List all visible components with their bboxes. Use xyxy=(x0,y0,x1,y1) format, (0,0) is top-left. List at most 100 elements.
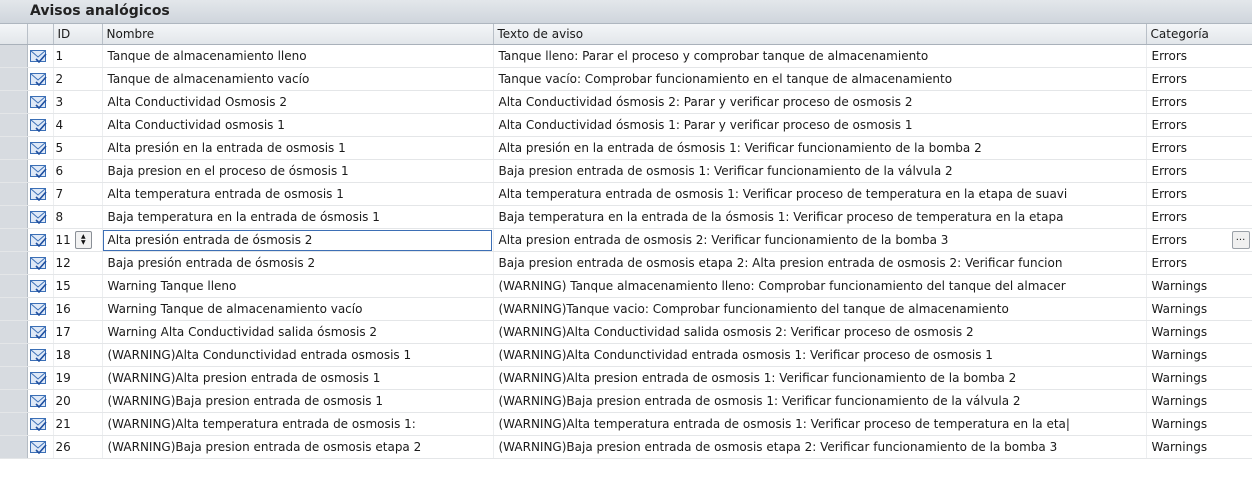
category-cell[interactable]: Errors xyxy=(1146,67,1252,91)
id-cell[interactable]: 7 xyxy=(53,182,103,206)
row-selector[interactable] xyxy=(0,366,28,390)
id-cell[interactable]: 26 xyxy=(53,435,103,459)
category-cell[interactable]: Warnings xyxy=(1146,297,1252,321)
column-header-id[interactable]: ID xyxy=(53,24,103,45)
category-cell[interactable]: Errors xyxy=(1146,90,1252,114)
id-cell[interactable]: 1 xyxy=(53,44,103,68)
category-cell[interactable]: Warnings xyxy=(1146,274,1252,298)
name-cell[interactable]: Alta presión entrada de ósmosis 2 xyxy=(102,228,494,252)
text-cell[interactable]: (WARNING)Baja presion entrada de osmosis… xyxy=(493,435,1147,459)
text-cell[interactable]: (WARNING)Alta presion entrada de osmosis… xyxy=(493,366,1147,390)
row-selector[interactable] xyxy=(0,90,28,114)
id-cell[interactable]: 12 xyxy=(53,251,103,275)
row-selector[interactable] xyxy=(0,136,28,160)
table-row[interactable]: 7 Alta temperatura entrada de osmosis 1 Al… xyxy=(0,182,1252,206)
name-cell[interactable]: (WARNING)Alta presion entrada de osmosis… xyxy=(102,366,494,390)
text-cell[interactable]: Alta presion entrada de osmosis 2: Verif… xyxy=(493,228,1147,252)
id-cell[interactable]: 5 xyxy=(53,136,103,160)
id-cell[interactable]: 4 xyxy=(53,113,103,137)
category-cell[interactable]: Warnings xyxy=(1146,389,1252,413)
category-cell[interactable]: Warnings xyxy=(1146,320,1252,344)
id-cell[interactable]: 15 xyxy=(53,274,103,298)
name-cell[interactable]: Baja presion en el proceso de ósmosis 1 xyxy=(102,159,494,183)
id-cell[interactable]: 3 xyxy=(53,90,103,114)
text-cell[interactable]: Alta Conductividad ósmosis 1: Parar y ve… xyxy=(493,113,1147,137)
name-cell[interactable]: (WARNING)Alta Cond­unctividad entrada os… xyxy=(102,343,494,367)
text-cell[interactable]: Tanque vacío: Comprobar funcionamiento e… xyxy=(493,67,1147,91)
icon-column-header[interactable] xyxy=(27,24,54,45)
category-cell[interactable]: Warnings xyxy=(1146,412,1252,436)
row-selector[interactable] xyxy=(0,251,28,275)
id-cell[interactable]: 20 xyxy=(53,389,103,413)
text-cell[interactable]: (WARNING)Baja presion entrada de osmosis… xyxy=(493,389,1147,413)
category-cell[interactable]: Errors xyxy=(1146,136,1252,160)
text-cell[interactable]: (WARNING)Alta temperatura entrada de osm… xyxy=(493,412,1147,436)
table-row[interactable]: 17 Warning Alta Conductividad salida ósmo… xyxy=(0,320,1252,344)
table-row[interactable]: 26 (WARNING)Baja presion entrada de osmos… xyxy=(0,435,1252,459)
id-cell[interactable]: 11 ▲ ▼ xyxy=(53,228,103,252)
text-cell[interactable]: (WARNING)Alta Cond­unctividad entrada os… xyxy=(493,343,1147,367)
table-row[interactable]: 3 Alta Conductividad Osmosis 2 Alta Conduc… xyxy=(0,90,1252,114)
id-cell[interactable]: 16 xyxy=(53,297,103,321)
table-row[interactable]: 11 ▲ ▼ Alta presión entrada de ósmosis 2 Alt… xyxy=(0,228,1252,252)
name-cell[interactable]: Baja presión entrada de ósmosis 2 xyxy=(102,251,494,275)
category-cell[interactable]: Errors... xyxy=(1146,228,1252,252)
column-header-name[interactable]: Nombre xyxy=(102,24,494,45)
text-cell[interactable]: (WARNING)Tanque vacio: Comprobar funcion… xyxy=(493,297,1147,321)
table-row[interactable]: 21 (WARNING)Alta temperatura entrada de o… xyxy=(0,412,1252,436)
row-selector[interactable] xyxy=(0,228,28,252)
row-selector[interactable] xyxy=(0,113,28,137)
category-cell[interactable]: Errors xyxy=(1146,251,1252,275)
row-selector[interactable] xyxy=(0,412,28,436)
text-cell[interactable]: Baja temperatura en la entrada de la ósm… xyxy=(493,205,1147,229)
text-cell[interactable]: Tanque lleno: Parar el proceso y comprob… xyxy=(493,44,1147,68)
name-cell[interactable]: Warning Tanque lleno xyxy=(102,274,494,298)
category-cell[interactable]: Warnings xyxy=(1146,435,1252,459)
text-cell[interactable]: Alta presión en la entrada de ósmosis 1:… xyxy=(493,136,1147,160)
name-cell[interactable]: (WARNING)Alta temperatura entrada de osm… xyxy=(102,412,494,436)
table-row[interactable]: 18 (WARNING)Alta Cond­unctividad entrada … xyxy=(0,343,1252,367)
category-cell[interactable]: Errors xyxy=(1146,44,1252,68)
table-row[interactable]: 5 Alta presión en la entrada de osmosis 1… xyxy=(0,136,1252,160)
row-selector[interactable] xyxy=(0,320,28,344)
row-selector[interactable] xyxy=(0,435,28,459)
row-selector[interactable] xyxy=(0,67,28,91)
row-selector[interactable] xyxy=(0,205,28,229)
row-selector-header[interactable] xyxy=(0,24,28,45)
name-cell[interactable]: Alta Conductividad Osmosis 2 xyxy=(102,90,494,114)
name-cell[interactable]: Tanque de almacenamiento lleno xyxy=(102,44,494,68)
id-cell[interactable]: 2 xyxy=(53,67,103,91)
name-cell[interactable]: Warning Alta Conductividad salida ósmosi… xyxy=(102,320,494,344)
id-cell[interactable]: 17 xyxy=(53,320,103,344)
id-cell[interactable]: 18 xyxy=(53,343,103,367)
text-cell[interactable]: Baja presion entrada de osmosis 1: Verif… xyxy=(493,159,1147,183)
id-cell[interactable]: 21 xyxy=(53,412,103,436)
spinner-down-icon[interactable]: ▼ xyxy=(81,240,86,246)
table-row[interactable]: 8 Baja temperatura en la entrada de ósmos… xyxy=(0,205,1252,229)
category-cell[interactable]: Errors xyxy=(1146,159,1252,183)
table-row[interactable]: 6 Baja presion en el proceso de ósmosis 1… xyxy=(0,159,1252,183)
id-spinner[interactable]: ▲ ▼ xyxy=(74,231,92,249)
name-cell[interactable]: Alta temperatura entrada de osmosis 1 xyxy=(102,182,494,206)
name-cell[interactable]: (WARNING)Baja presion entrada de osmosis… xyxy=(102,435,494,459)
table-row[interactable]: 1 Tanque de almacenamiento lleno Tanque ll… xyxy=(0,44,1252,68)
row-selector[interactable] xyxy=(0,274,28,298)
category-cell[interactable]: Errors xyxy=(1146,182,1252,206)
more-options-button[interactable]: ... xyxy=(1231,231,1250,249)
category-cell[interactable]: Warnings xyxy=(1146,343,1252,367)
column-header-text[interactable]: Texto de aviso xyxy=(493,24,1147,45)
table-row[interactable]: 4 Alta Conductividad osmosis 1 Alta Conduc… xyxy=(0,113,1252,137)
text-cell[interactable]: (WARNING)Alta Conductividad salida osmos… xyxy=(493,320,1147,344)
id-cell[interactable]: 8 xyxy=(53,205,103,229)
table-row[interactable]: 15 Warning Tanque lleno (WARNING) Tanque a… xyxy=(0,274,1252,298)
table-row[interactable]: 16 Warning Tanque de almacenamiento vacío… xyxy=(0,297,1252,321)
row-selector[interactable] xyxy=(0,159,28,183)
row-selector[interactable] xyxy=(0,343,28,367)
name-cell[interactable]: Warning Tanque de almacenamiento vacío xyxy=(102,297,494,321)
name-cell[interactable]: (WARNING)Baja presion entrada de osmosis… xyxy=(102,389,494,413)
name-cell[interactable]: Tanque de almacenamiento vacío xyxy=(102,67,494,91)
row-selector[interactable] xyxy=(0,182,28,206)
table-row[interactable]: 19 (WARNING)Alta presion entrada de osmos… xyxy=(0,366,1252,390)
text-cell[interactable]: (WARNING) Tanque almacenamiento lleno: C… xyxy=(493,274,1147,298)
text-cell[interactable]: Alta temperatura entrada de osmosis 1: V… xyxy=(493,182,1147,206)
